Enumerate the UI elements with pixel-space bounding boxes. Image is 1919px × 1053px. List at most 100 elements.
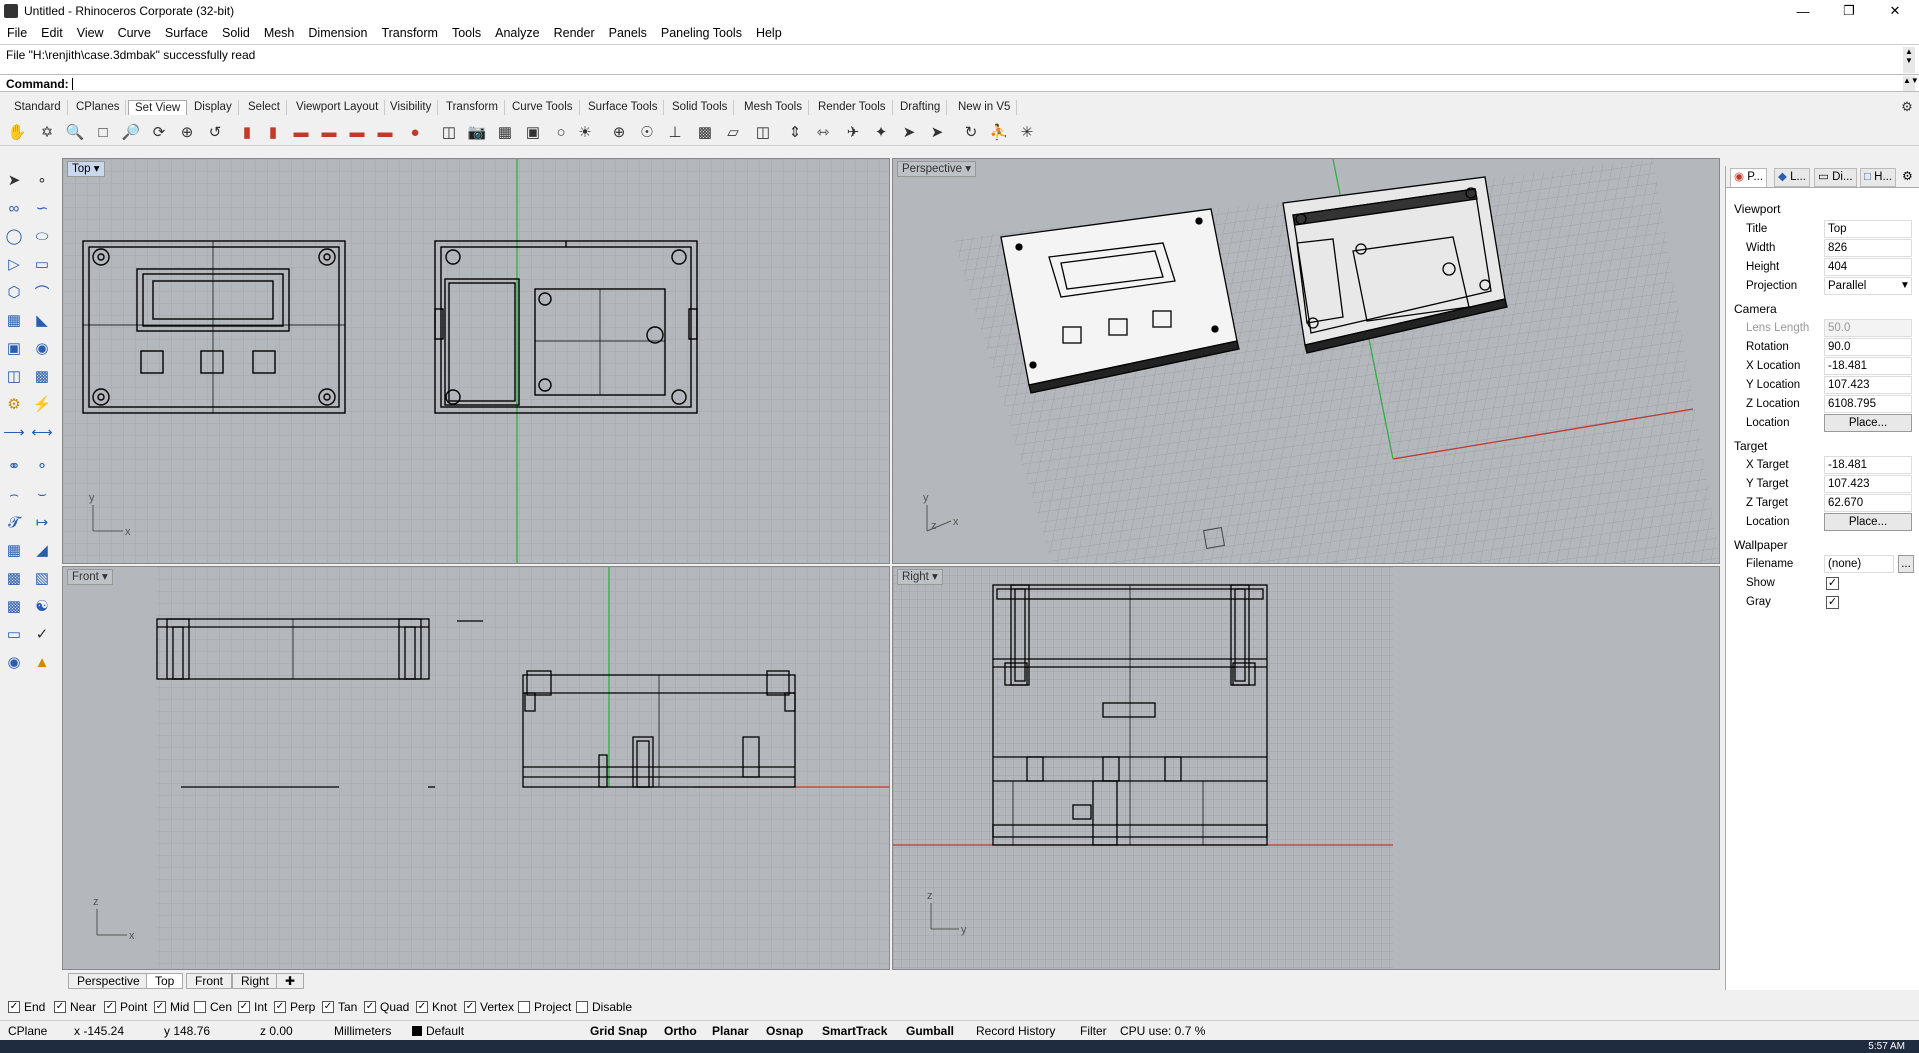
dolly-icon[interactable]: ⇕ xyxy=(784,121,806,143)
yloc-field[interactable]: 107.423 xyxy=(1824,376,1912,394)
tab-solid-tools[interactable]: Solid Tools xyxy=(666,100,735,115)
viewport-front[interactable]: x z Front ▾ xyxy=(62,566,890,970)
osnap-int[interactable]: ✓ Int xyxy=(238,1000,267,1014)
zloc-field[interactable]: 6108.795 xyxy=(1824,395,1912,413)
zoom-window-icon[interactable]: 🔎 xyxy=(120,121,142,143)
osnap-perp[interactable]: ✓ Perp xyxy=(274,1000,315,1014)
circle-icon[interactable]: ◯ xyxy=(2,224,26,248)
restore-view-icon[interactable]: ▣ xyxy=(522,121,544,143)
tab-transform[interactable]: Transform xyxy=(440,100,505,115)
arc-icon[interactable]: ▷ xyxy=(2,252,26,276)
command-line[interactable]: Command: ▲▼ xyxy=(0,74,1919,92)
close-icon[interactable]: ✕ xyxy=(1872,0,1918,22)
tab-mesh-tools[interactable]: Mesh Tools xyxy=(738,100,809,115)
split-icon[interactable]: ⌣ xyxy=(30,482,54,506)
undo-view-icon[interactable]: ↺ xyxy=(204,121,226,143)
tab-drafting[interactable]: Drafting xyxy=(894,100,948,115)
rectangle-icon[interactable]: ▭ xyxy=(30,252,54,276)
sphere-icon[interactable]: ○ xyxy=(550,121,572,143)
panel-tab-properties[interactable]: ◉ P... xyxy=(1730,168,1768,187)
osnap-point-checkbox[interactable]: ✓ xyxy=(104,1001,116,1013)
tab-surface-tools[interactable]: Surface Tools xyxy=(582,100,665,115)
restore-icon[interactable]: ❐ xyxy=(1826,0,1872,22)
osnap-quad[interactable]: ✓ Quad xyxy=(364,1000,409,1014)
explode-icon[interactable]: ▧ xyxy=(30,566,54,590)
osnap-toggle[interactable]: Osnap xyxy=(766,1024,803,1038)
panel-tab-display[interactable]: ▭ Di... xyxy=(1814,168,1857,187)
sun-icon[interactable]: ✳ xyxy=(1016,121,1038,143)
surface-edit-icon[interactable]: ◣ xyxy=(30,308,54,332)
lightning-icon[interactable]: ⚡ xyxy=(30,392,54,416)
osnap-point[interactable]: ✓ Point xyxy=(104,1000,147,1014)
filter-toggle[interactable]: Filter xyxy=(1080,1024,1107,1038)
car-view-left-icon[interactable]: ▬ xyxy=(346,121,368,143)
xtarget-field[interactable]: -18.481 xyxy=(1824,456,1912,474)
osnap-mid[interactable]: ✓ Mid xyxy=(154,1000,189,1014)
title-field[interactable]: Top xyxy=(1824,220,1912,238)
plane-icon[interactable]: ✈ xyxy=(842,121,864,143)
osnap-near[interactable]: ✓ Near xyxy=(54,1000,96,1014)
two-point-perspective-icon[interactable]: ▱ xyxy=(722,121,744,143)
rotate-view-icon[interactable]: ✡ xyxy=(36,121,58,143)
panel-tab-help[interactable]: □ H... xyxy=(1860,168,1897,187)
osnap-project[interactable]: Project xyxy=(518,1000,571,1014)
tab-render-tools[interactable]: Render Tools xyxy=(812,100,893,115)
fly-icon[interactable]: ➤ xyxy=(898,121,920,143)
vp-tab-perspective[interactable]: Perspective xyxy=(68,973,149,989)
command-scrollbar[interactable]: ▲▼ xyxy=(1903,76,1919,91)
tab-set-view[interactable]: Set View xyxy=(128,100,188,115)
osnap-end-checkbox[interactable]: ✓ xyxy=(8,1001,20,1013)
ztarget-field[interactable]: 62.670 xyxy=(1824,494,1912,512)
menu-analyze[interactable]: Analyze xyxy=(488,26,546,40)
layer-icon[interactable]: ▭ xyxy=(2,622,26,646)
mesh-icon[interactable]: ▩ xyxy=(30,364,54,388)
group-icon[interactable]: ⚭ xyxy=(2,454,26,478)
current-layer[interactable]: Default xyxy=(426,1024,464,1038)
filename-field[interactable]: (none) xyxy=(1824,555,1894,573)
walkabout-icon[interactable]: ⛹ xyxy=(988,121,1010,143)
menu-surface[interactable]: Surface xyxy=(158,26,215,40)
tab-standard[interactable]: Standard xyxy=(8,100,68,115)
viewport-perspective[interactable]: x y z Perspective ▾ xyxy=(892,158,1720,564)
zoom-dynamic-icon[interactable]: 🔍 xyxy=(64,121,86,143)
viewport-top[interactable]: x y Top ▾ xyxy=(62,158,890,564)
tilt-view-icon[interactable]: ◫ xyxy=(752,121,774,143)
minimize-icon[interactable]: — xyxy=(1780,0,1826,22)
width-field[interactable]: 826 xyxy=(1824,239,1912,257)
viewport-label-perspective[interactable]: Perspective ▾ xyxy=(897,161,977,177)
pan-icon[interactable]: ✋ xyxy=(6,121,28,143)
units[interactable]: Millimeters xyxy=(334,1024,391,1038)
grid-snap-toggle[interactable]: Grid Snap xyxy=(590,1024,647,1038)
check-icon[interactable]: ✓ xyxy=(30,622,54,646)
light-icon[interactable]: ☀ xyxy=(574,121,596,143)
height-field[interactable]: 404 xyxy=(1824,258,1912,276)
trim-icon[interactable]: ⌢ xyxy=(2,482,26,506)
paint-icon[interactable]: ▲ xyxy=(30,650,54,674)
move-icon[interactable]: ⟶ xyxy=(2,420,26,444)
join-icon[interactable]: ▩ xyxy=(2,566,26,590)
car-view-top-icon[interactable]: ▮ xyxy=(262,121,284,143)
place-target-button[interactable]: Place... xyxy=(1824,513,1912,531)
target-icon[interactable]: ⊕ xyxy=(608,121,630,143)
vp-tab-right[interactable]: Right xyxy=(232,973,279,989)
panel-tab-layers[interactable]: ◆ L... xyxy=(1774,168,1811,187)
render-icon[interactable]: ◉ xyxy=(2,650,26,674)
osnap-int-checkbox[interactable]: ✓ xyxy=(238,1001,250,1013)
command-input[interactable] xyxy=(72,78,73,90)
copy-icon[interactable]: ⟷ xyxy=(30,420,54,444)
named-cplane-icon[interactable]: ▦ xyxy=(494,121,516,143)
grid-array-icon[interactable]: ▩ xyxy=(2,594,26,618)
viewport-label-front[interactable]: Front ▾ xyxy=(67,569,113,585)
scale-icon[interactable]: ☯ xyxy=(30,594,54,618)
tab-select[interactable]: Select xyxy=(242,100,287,115)
orbit-icon[interactable]: ↻ xyxy=(960,121,982,143)
osnap-quad-checkbox[interactable]: ✓ xyxy=(364,1001,376,1013)
osnap-knot[interactable]: ✓ Knot xyxy=(416,1000,457,1014)
show-checkbox[interactable]: ✓ xyxy=(1826,577,1839,590)
walk-icon[interactable]: ⇿ xyxy=(812,121,834,143)
vp-tab-front[interactable]: Front xyxy=(186,973,233,989)
tab-new-in-v5[interactable]: New in V5 xyxy=(952,100,1018,115)
planar-toggle[interactable]: Planar xyxy=(712,1024,749,1038)
osnap-cen[interactable]: Cen xyxy=(194,1000,232,1014)
target-camera-icon[interactable]: ☉ xyxy=(636,121,658,143)
